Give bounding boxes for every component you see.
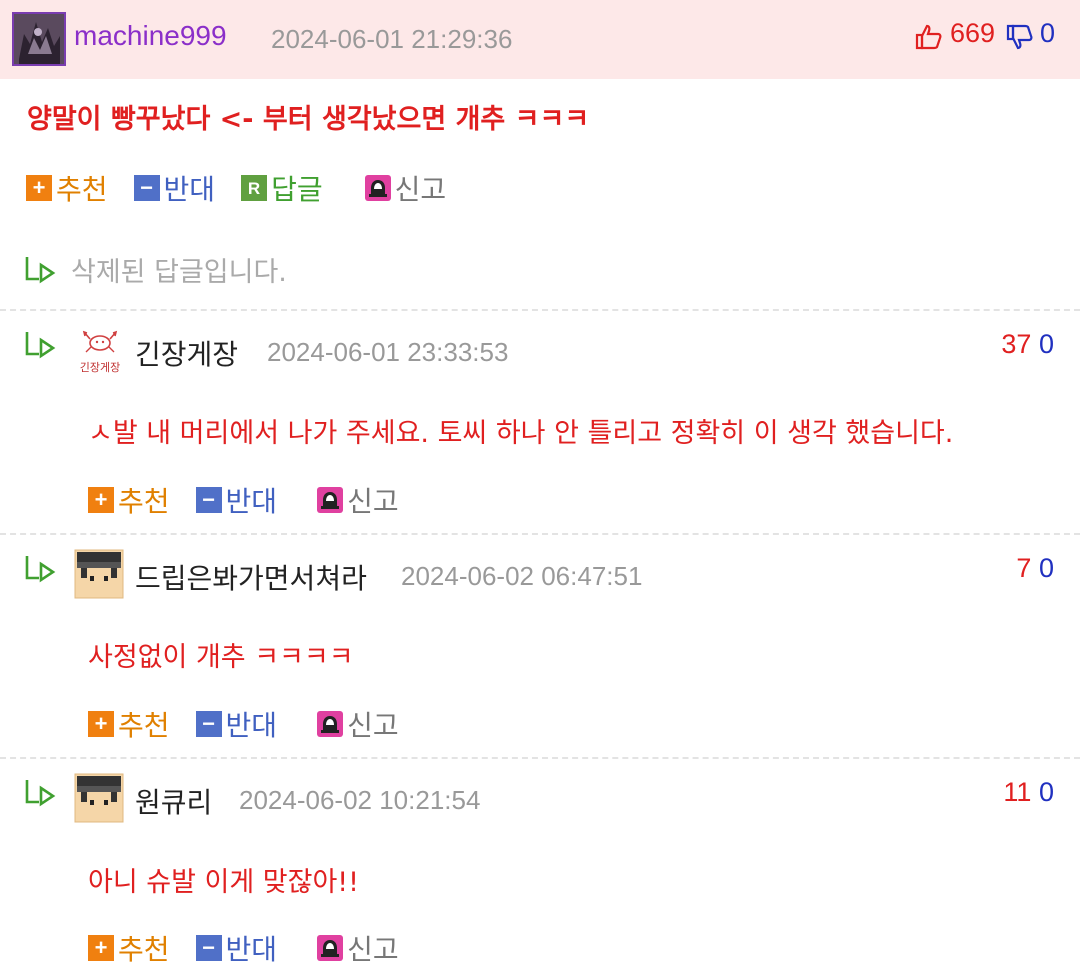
plus-icon: + — [88, 487, 114, 513]
oppose-button[interactable]: − 반대 — [195, 928, 278, 968]
report-icon — [317, 711, 344, 737]
report-label: 신고 — [347, 709, 399, 742]
recommend-button[interactable]: + 추천 — [26, 168, 108, 208]
reply-nickname[interactable]: 드립은봐가면서쳐라 — [135, 557, 367, 597]
reply-text: 아니 슈발 이게 맞잖아!! — [88, 867, 359, 898]
user-avatar[interactable] — [12, 12, 66, 66]
plus-icon: + — [88, 935, 114, 961]
post-date: 2024-06-01 21:29:36 — [271, 24, 513, 54]
avatar-caption: 긴장게장 — [80, 361, 120, 374]
recommend-button[interactable]: + 추천 — [88, 928, 170, 968]
reply-actions: + 추천 − 반대 신고 — [88, 704, 425, 744]
recommend-label: 추천 — [118, 933, 170, 966]
reply-arrow-icon — [25, 256, 56, 283]
report-icon — [364, 175, 391, 201]
minus-icon: − — [195, 487, 222, 513]
recommend-label: 추천 — [118, 485, 170, 518]
recommend-button[interactable]: + 추천 — [88, 480, 170, 520]
reply-down-count: 0 — [1038, 329, 1054, 359]
report-label: 신고 — [394, 173, 447, 206]
oppose-button[interactable]: − 반대 — [195, 704, 278, 744]
reply-date: 2024-06-01 23:33:53 — [267, 337, 509, 367]
minus-icon: − — [195, 711, 222, 737]
reply-icon: R — [241, 175, 268, 201]
reply-actions: + 추천 − 반대 신고 — [88, 928, 425, 968]
recommend-label: 추천 — [118, 709, 170, 742]
oppose-button[interactable]: − 반대 — [195, 480, 278, 520]
reply-arrow-icon — [25, 780, 56, 807]
deleted-reply: 삭제된 답글입니다. — [23, 250, 287, 289]
report-button[interactable]: 신고 — [317, 704, 399, 744]
recommend-button[interactable]: + 추천 — [88, 704, 170, 744]
user-nickname[interactable]: machine999 — [74, 20, 227, 52]
reply-actions: + 추천 − 반대 신고 — [88, 480, 425, 520]
reply-down-count: 0 — [1038, 553, 1054, 583]
reply-arrow-icon — [25, 556, 56, 583]
report-button[interactable]: 신고 — [317, 480, 399, 520]
thumbs-up-icon[interactable] — [914, 22, 944, 56]
plus-icon: + — [88, 711, 114, 737]
reply-votes: 7 0 — [1016, 553, 1054, 584]
reply-text: 사정없이 개추 ㅋㅋㅋㅋ — [88, 642, 354, 673]
report-button[interactable]: 신고 — [364, 168, 447, 208]
divider — [0, 757, 1080, 759]
oppose-button[interactable]: − 반대 — [133, 168, 216, 208]
up-count: 669 — [950, 18, 996, 48]
reply-up-count: 7 — [1016, 553, 1032, 583]
report-icon — [317, 487, 344, 513]
crab-avatar[interactable]: 긴장게장 — [72, 326, 124, 378]
oppose-label: 반대 — [163, 173, 216, 206]
reply-button[interactable]: R 답글 — [241, 168, 323, 208]
reply-date: 2024-06-02 06:47:51 — [401, 561, 643, 591]
divider — [0, 309, 1080, 311]
comment-actions: + 추천 − 반대 R 답글 신고 — [26, 168, 472, 208]
reply-down-count: 0 — [1038, 777, 1054, 807]
thumbs-down-icon[interactable] — [1005, 22, 1035, 56]
down-count: 0 — [1040, 18, 1056, 48]
reply-nickname[interactable]: 원큐리 — [135, 781, 212, 821]
graduate-avatar[interactable] — [73, 548, 125, 600]
reply-arrow-icon — [25, 332, 56, 359]
reply-votes: 11 0 — [1003, 777, 1054, 808]
report-button[interactable]: 신고 — [317, 928, 399, 968]
reply-votes: 37 0 — [1001, 329, 1054, 360]
reply-up-count: 11 — [1003, 777, 1032, 807]
comment-text: 양말이 빵꾸났다 <- 부터 생각났으면 개추 ㅋㅋㅋ — [27, 104, 590, 135]
report-label: 신고 — [347, 485, 399, 518]
oppose-label: 반대 — [225, 709, 278, 742]
reply-text: ㅅ발 내 머리에서 나가 주세요. 토씨 하나 안 틀리고 정확히 이 생각 했… — [88, 418, 954, 449]
graduate-avatar[interactable] — [73, 772, 125, 824]
recommend-label: 추천 — [56, 173, 108, 206]
deleted-reply-text: 삭제된 답글입니다. — [71, 257, 287, 288]
comment-header: machine999 2024-06-01 21:29:36 669 0 — [0, 0, 1080, 79]
reply-nickname[interactable]: 긴장게장 — [135, 333, 238, 373]
plus-icon: + — [26, 175, 52, 201]
minus-icon: − — [133, 175, 160, 201]
oppose-label: 반대 — [225, 933, 278, 966]
divider — [0, 533, 1080, 535]
reply-label: 답글 — [271, 173, 323, 206]
reply-date: 2024-06-02 10:21:54 — [239, 785, 481, 815]
report-label: 신고 — [347, 933, 399, 966]
report-icon — [317, 935, 344, 961]
minus-icon: − — [195, 935, 222, 961]
oppose-label: 반대 — [225, 485, 278, 518]
reply-up-count: 37 — [1001, 329, 1032, 359]
